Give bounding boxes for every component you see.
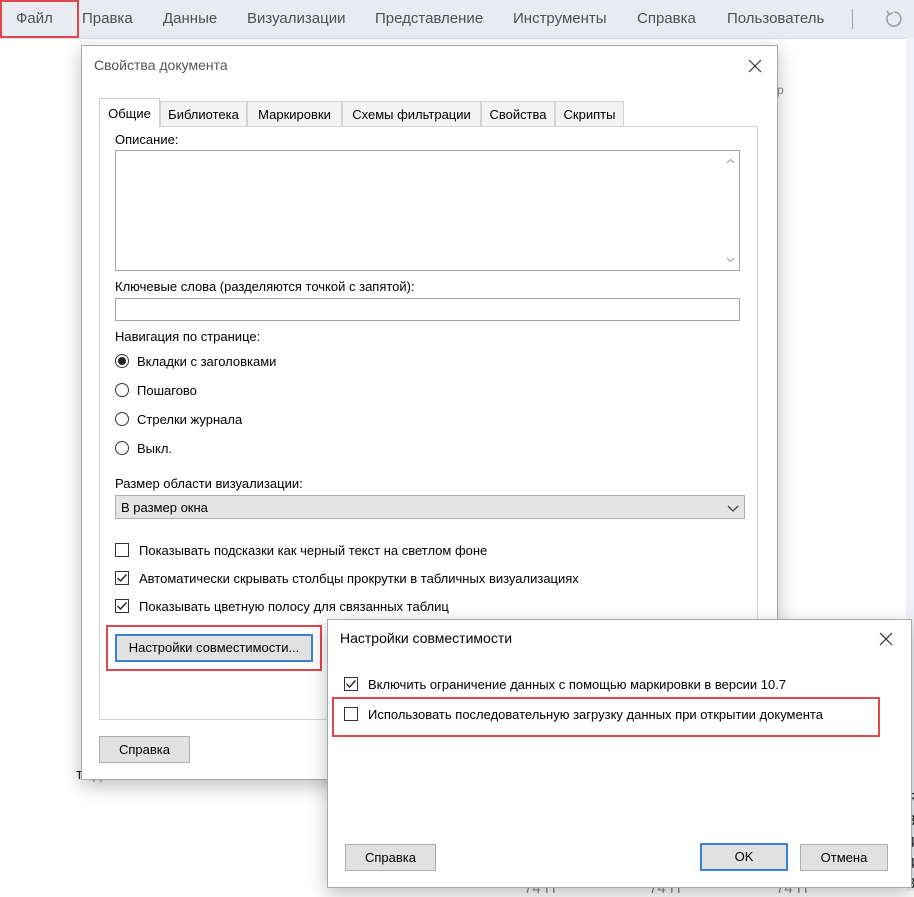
menu-visualizations[interactable]: Визуализации bbox=[247, 0, 345, 38]
nav-radio-stepwise[interactable] bbox=[115, 383, 129, 397]
cancel-button[interactable]: Отмена bbox=[800, 844, 888, 871]
checkmark-icon bbox=[117, 602, 128, 611]
tab-scripts[interactable]: Скрипты bbox=[555, 101, 624, 126]
checkbox-label[interactable]: Показывать цветную полосу для связанных … bbox=[139, 599, 449, 614]
tab-markings[interactable]: Маркировки bbox=[247, 101, 342, 126]
background-text: р bbox=[777, 83, 784, 97]
viz-size-value: В размер окна bbox=[121, 500, 208, 515]
menu-view[interactable]: Представление bbox=[375, 0, 483, 38]
help-button[interactable]: Справка bbox=[99, 736, 190, 763]
undo-icon[interactable] bbox=[884, 9, 904, 29]
menu-separator bbox=[852, 9, 853, 29]
sequential-data-loading-checkbox[interactable] bbox=[344, 707, 358, 721]
nav-radio-history-arrows[interactable] bbox=[115, 412, 129, 426]
menu-help[interactable]: Справка bbox=[637, 0, 696, 38]
tab-library[interactable]: Библиотека bbox=[160, 101, 247, 126]
close-icon[interactable] bbox=[878, 631, 894, 647]
description-scrollbar[interactable] bbox=[722, 151, 739, 270]
checkbox-label[interactable]: Включить ограничение данных с помощью ма… bbox=[368, 677, 786, 692]
chevron-down-icon bbox=[727, 505, 739, 512]
description-textarea[interactable] bbox=[115, 150, 740, 271]
marking-limit-v107-checkbox[interactable] bbox=[344, 677, 358, 691]
menu-user[interactable]: Пользователь bbox=[727, 0, 824, 38]
description-label: Описание: bbox=[115, 132, 179, 147]
ok-button[interactable]: OK bbox=[700, 843, 788, 871]
tooltip-black-text-checkbox[interactable] bbox=[115, 543, 129, 557]
nav-radio-off[interactable] bbox=[115, 441, 129, 455]
nav-radio-tabs[interactable] bbox=[115, 354, 129, 368]
dialog-title: Свойства документа bbox=[94, 57, 228, 73]
menu-edit[interactable]: Правка bbox=[82, 0, 133, 38]
nav-option-label[interactable]: Вкладки с заголовками bbox=[137, 354, 276, 369]
keywords-label: Ключевые слова (разделяются точкой с зап… bbox=[115, 279, 415, 294]
autohide-scrollbars-checkbox[interactable] bbox=[115, 571, 129, 585]
tab-filtering-schemes[interactable]: Схемы фильтрации bbox=[342, 101, 481, 126]
scroll-up-icon[interactable] bbox=[726, 157, 735, 166]
menu-file[interactable]: Файл bbox=[16, 0, 53, 38]
nav-option-label[interactable]: Стрелки журнала bbox=[137, 412, 242, 427]
compatibility-settings-button[interactable]: Настройки совместимости... bbox=[115, 634, 313, 662]
checkbox-label[interactable]: Использовать последовательную загрузку д… bbox=[368, 707, 823, 722]
viz-size-label: Размер области визуализации: bbox=[115, 476, 303, 491]
scroll-down-icon[interactable] bbox=[726, 255, 735, 264]
menu-tools[interactable]: Инструменты bbox=[513, 0, 607, 38]
tab-properties[interactable]: Свойства bbox=[481, 101, 555, 126]
page-navigation-label: Навигация по странице: bbox=[115, 329, 261, 344]
nav-option-label[interactable]: Пошагово bbox=[137, 383, 197, 398]
checkbox-label[interactable]: Показывать подсказки как черный текст на… bbox=[139, 543, 487, 558]
close-icon[interactable] bbox=[747, 58, 763, 74]
checkmark-icon bbox=[117, 574, 128, 583]
nav-option-label[interactable]: Выкл. bbox=[137, 441, 172, 456]
viz-size-select[interactable]: В размер окна bbox=[115, 495, 745, 519]
keywords-input[interactable] bbox=[115, 298, 740, 321]
compat-help-button[interactable]: Справка bbox=[345, 844, 436, 871]
menu-data[interactable]: Данные bbox=[163, 0, 217, 38]
checkbox-label[interactable]: Автоматически скрывать столбцы прокрутки… bbox=[139, 571, 579, 586]
menu-bar: Файл Правка Данные Визуализации Представ… bbox=[0, 0, 914, 39]
tab-general[interactable]: Общие bbox=[99, 98, 160, 127]
dialog-title: Настройки совместимости bbox=[340, 630, 513, 646]
checkmark-icon bbox=[346, 680, 357, 689]
color-bar-linked-tables-checkbox[interactable] bbox=[115, 599, 129, 613]
